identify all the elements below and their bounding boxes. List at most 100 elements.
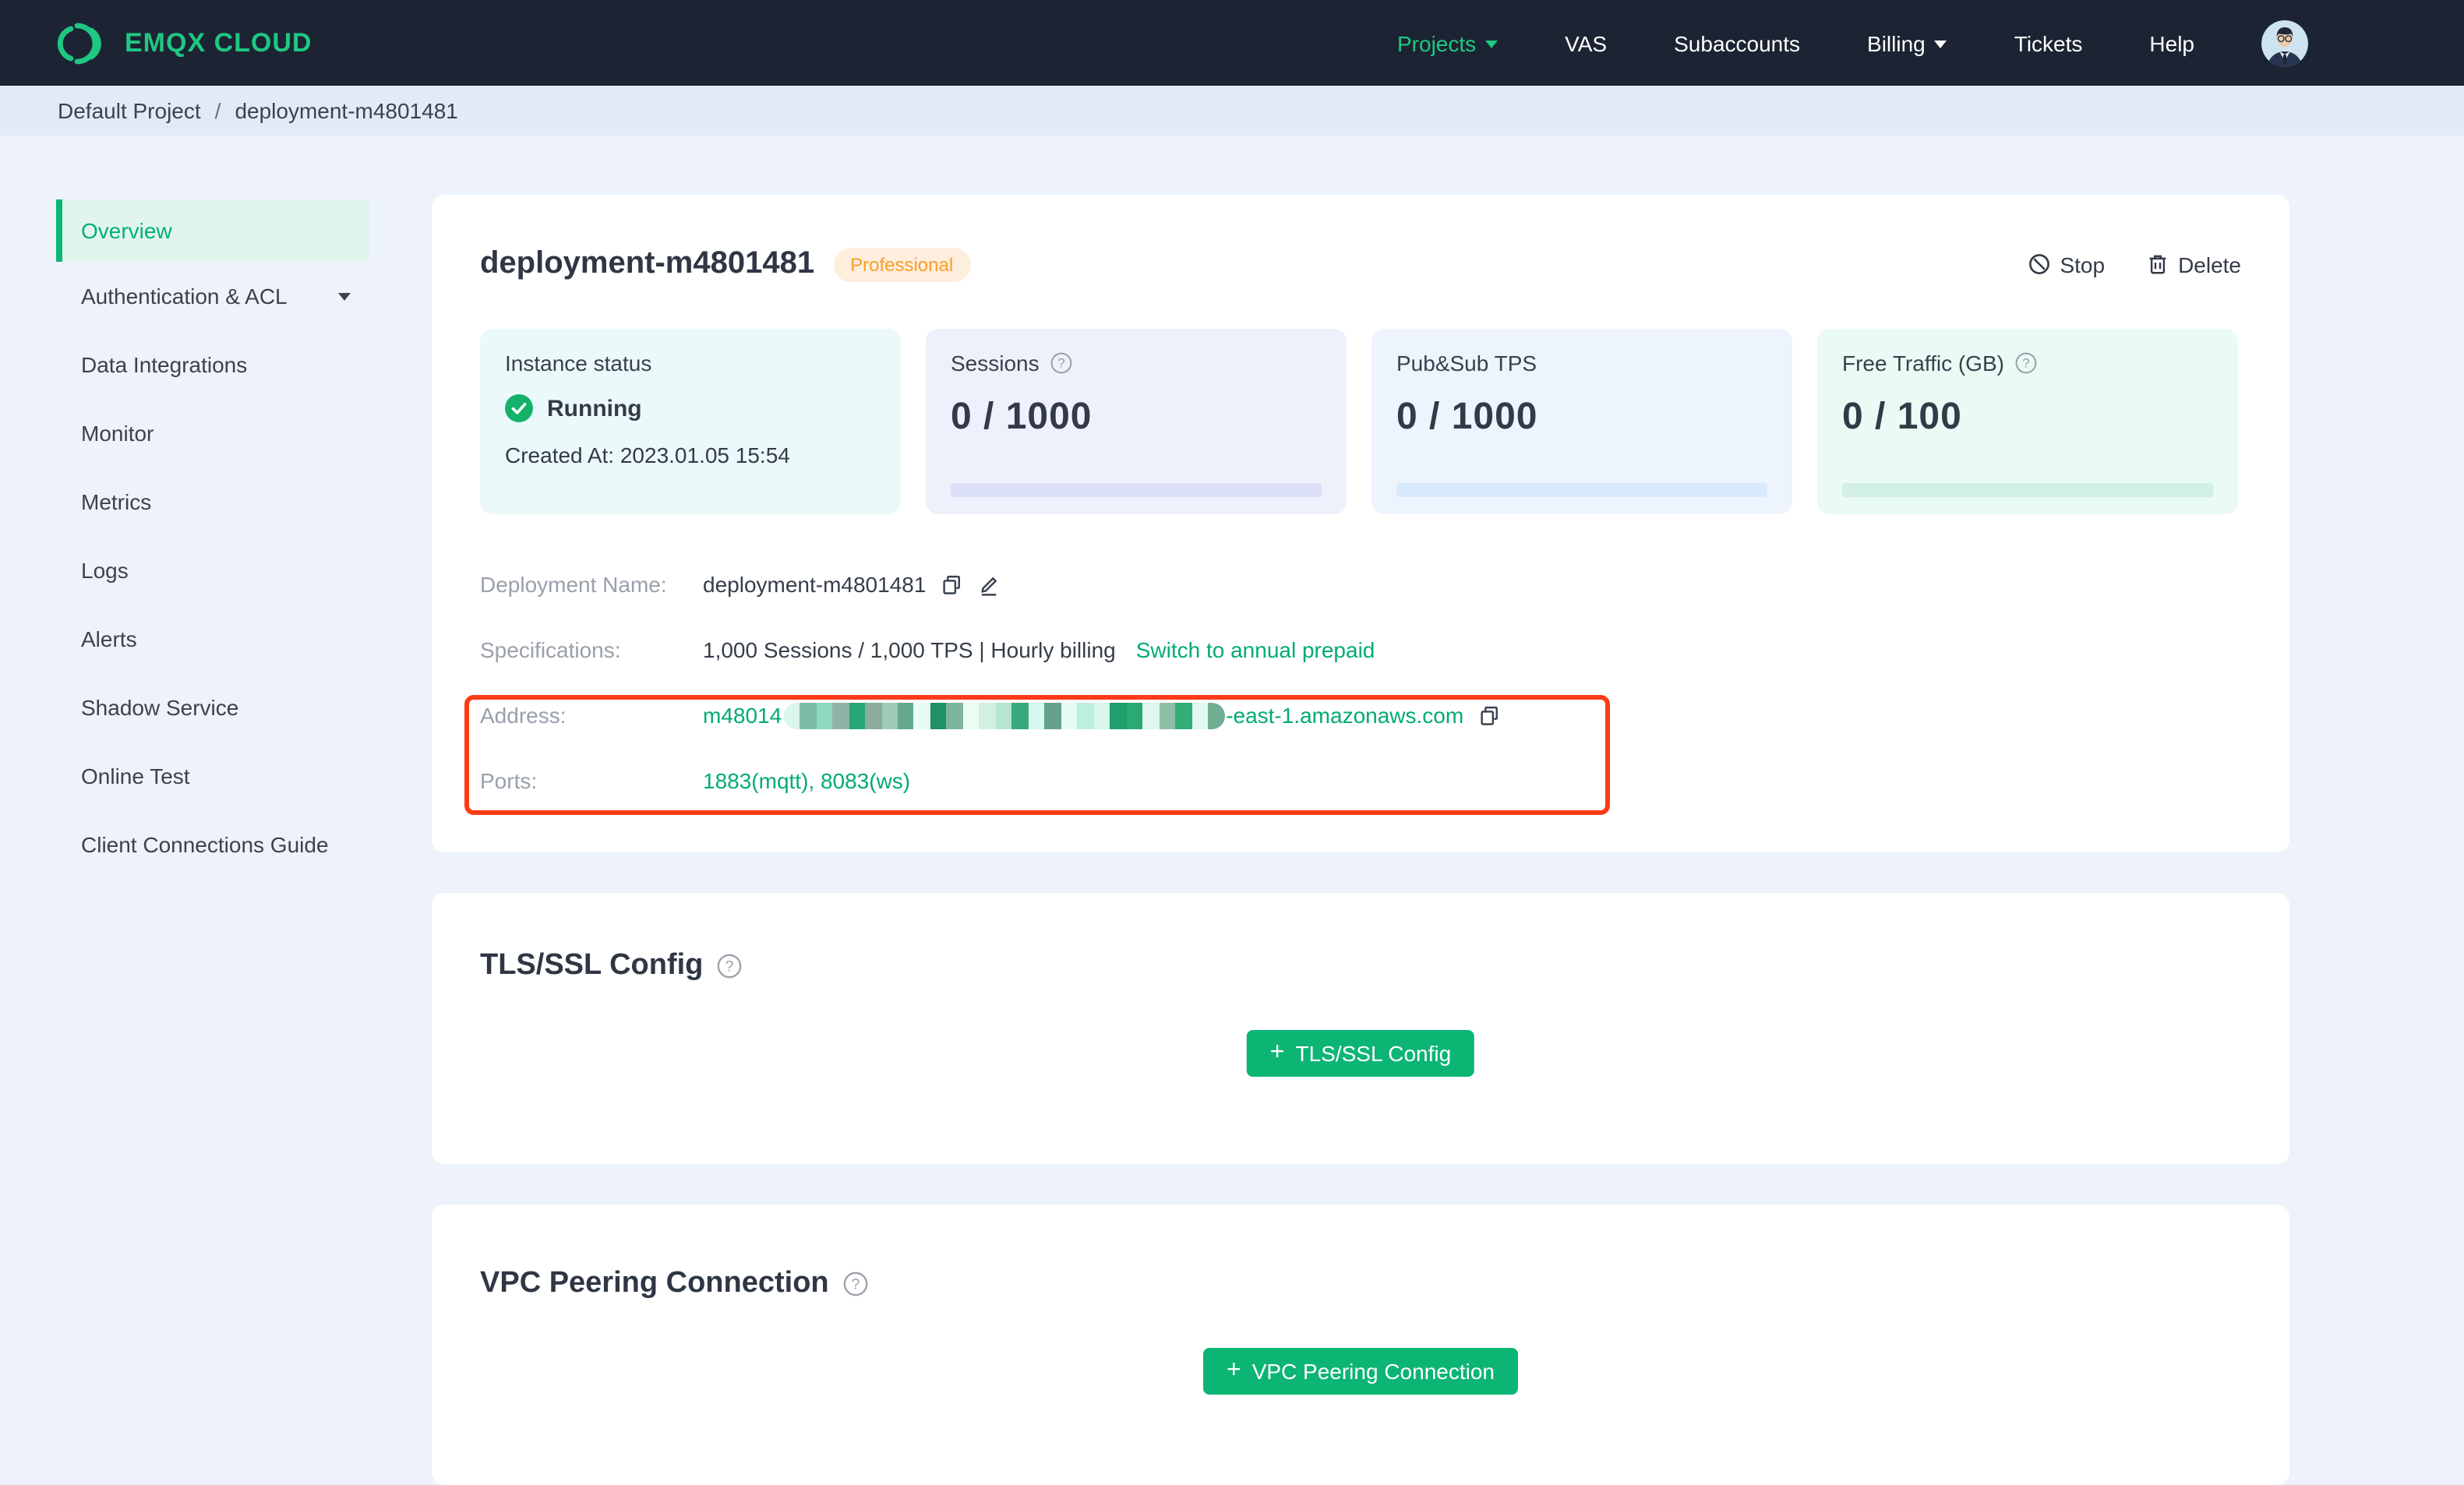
- sidebar-item-alerts[interactable]: Alerts: [56, 605, 369, 673]
- sidebar-item-label: Metrics: [81, 489, 152, 514]
- sidebar-item-overview[interactable]: Overview: [56, 199, 369, 262]
- free-traffic-progress-bar: [1842, 483, 2213, 497]
- nav-vas[interactable]: VAS: [1565, 30, 1607, 55]
- sessions-value: 0 / 1000: [951, 396, 1093, 438]
- help-icon[interactable]: ?: [843, 1272, 868, 1296]
- emqx-logo-icon: [57, 22, 101, 64]
- address-row: Address: m48014 -east-1.amazonaws.com: [480, 700, 2241, 731]
- deployment-name-label: Deployment Name:: [480, 572, 667, 597]
- sidebar-item-label: Monitor: [81, 421, 154, 446]
- specifications-value: 1,000 Sessions / 1,000 TPS | Hourly bill…: [703, 637, 1116, 662]
- nav-subaccounts-label: Subaccounts: [1674, 30, 1801, 55]
- sidebar-item-label: Authentication & ACL: [81, 284, 288, 309]
- chevron-down-icon: [1485, 40, 1499, 48]
- nav-tickets-label: Tickets: [2014, 30, 2083, 55]
- deployment-title: deployment-m4801481: [480, 246, 815, 280]
- nav-billing-label: Billing: [1867, 30, 1926, 55]
- help-icon[interactable]: ?: [1050, 352, 1072, 374]
- address-prefix: m48014: [703, 703, 782, 728]
- sidebar-item-shadow-service[interactable]: Shadow Service: [56, 673, 369, 742]
- trash-icon: [2148, 255, 2166, 274]
- specifications-row: Specifications: 1,000 Sessions / 1,000 T…: [480, 634, 2241, 665]
- free-traffic-label: Free Traffic (GB): [1842, 351, 2004, 376]
- help-icon[interactable]: ?: [717, 954, 742, 979]
- sidebar-item-label: Logs: [81, 558, 129, 583]
- stat-cards-row: Instance status Running Created At: 2023…: [480, 329, 2238, 514]
- instance-status-value: Running: [505, 394, 876, 422]
- vpc-peering-section-card: VPC Peering Connection ? + VPC Peering C…: [432, 1205, 2289, 1485]
- svg-text:?: ?: [725, 958, 734, 975]
- specifications-label: Specifications:: [480, 637, 621, 662]
- address-label: Address:: [480, 703, 567, 728]
- top-nav-items: Projects VAS Subaccounts Billing Tickets…: [1397, 19, 2308, 66]
- breadcrumb-current: deployment-m4801481: [235, 98, 458, 123]
- address-suffix: -east-1.amazonaws.com: [1226, 703, 1464, 728]
- sidebar-item-online-test[interactable]: Online Test: [56, 742, 369, 810]
- copy-icon[interactable]: [1477, 704, 1501, 727]
- svg-text:?: ?: [2022, 356, 2029, 371]
- nav-projects[interactable]: Projects: [1397, 30, 1499, 55]
- ports-label: Ports:: [480, 768, 538, 793]
- copy-icon[interactable]: [940, 573, 963, 596]
- add-tls-ssl-config-button[interactable]: + TLS/SSL Config: [1246, 1030, 1475, 1077]
- breadcrumb-project[interactable]: Default Project: [58, 98, 201, 123]
- breadcrumb: Default Project / deployment-m4801481: [0, 86, 2464, 136]
- sidebar-item-label: Client Connections Guide: [81, 832, 329, 857]
- switch-annual-prepaid-link[interactable]: Switch to annual prepaid: [1136, 637, 1375, 662]
- help-icon[interactable]: ?: [2015, 352, 2037, 374]
- nav-help-label: Help: [2149, 30, 2194, 55]
- stop-icon: [2028, 254, 2049, 274]
- pubsub-tps-progress-bar: [1396, 483, 1767, 497]
- sidebar-item-monitor[interactable]: Monitor: [56, 399, 369, 467]
- edit-icon[interactable]: [977, 573, 1001, 596]
- add-vpc-peering-label: VPC Peering Connection: [1251, 1359, 1495, 1384]
- sidebar-item-label: Shadow Service: [81, 695, 239, 720]
- sidebar-item-client-connections-guide[interactable]: Client Connections Guide: [56, 810, 369, 879]
- sessions-label: Sessions: [951, 351, 1040, 376]
- check-circle-icon: [505, 394, 533, 422]
- add-vpc-peering-button[interactable]: + VPC Peering Connection: [1203, 1348, 1518, 1395]
- delete-label: Delete: [2178, 252, 2241, 277]
- pubsub-tps-value: 0 / 1000: [1396, 396, 1538, 438]
- page: EMQX CLOUD Projects VAS Subaccounts Bill…: [0, 0, 2464, 1485]
- sidebar-item-label: Online Test: [81, 764, 190, 788]
- logo-text: EMQX CLOUD: [125, 27, 312, 57]
- sessions-progress-bar: [951, 483, 1322, 497]
- breadcrumb-separator: /: [214, 98, 221, 123]
- nav-vas-label: VAS: [1565, 30, 1608, 55]
- sidebar-item-logs[interactable]: Logs: [56, 536, 369, 605]
- top-nav-bar: EMQX CLOUD Projects VAS Subaccounts Bill…: [0, 0, 2464, 86]
- nav-tickets[interactable]: Tickets: [2014, 30, 2083, 55]
- ports-value: 1883(mqtt), 8083(ws): [703, 768, 911, 793]
- nav-subaccounts[interactable]: Subaccounts: [1674, 30, 1800, 55]
- vpc-peering-title: VPC Peering Connection: [480, 1267, 829, 1300]
- deployment-name-value: deployment-m4801481: [703, 572, 927, 597]
- avatar-illustration: [2261, 19, 2308, 66]
- pubsub-tps-card: Pub&Sub TPS 0 / 1000: [1371, 329, 1792, 514]
- stop-button[interactable]: Stop: [2027, 252, 2105, 277]
- address-value: m48014 -east-1.amazonaws.com: [703, 702, 1463, 728]
- emqx-logo[interactable]: EMQX CLOUD: [56, 21, 312, 65]
- delete-button[interactable]: Delete: [2145, 252, 2241, 277]
- tls-ssl-section-card: TLS/SSL Config ? + TLS/SSL Config: [432, 893, 2289, 1164]
- address-redaction: [783, 702, 1225, 728]
- instance-status-card: Instance status Running Created At: 2023…: [480, 329, 901, 514]
- sidebar-item-label: Alerts: [81, 626, 137, 651]
- sidebar-item-authentication-acl[interactable]: Authentication & ACL: [56, 262, 369, 330]
- deployment-overview-card: deployment-m4801481 Professional Stop De…: [432, 195, 2289, 852]
- sidebar-item-metrics[interactable]: Metrics: [56, 467, 369, 536]
- sidebar-item-data-integrations[interactable]: Data Integrations: [56, 330, 369, 399]
- running-status-text: Running: [547, 395, 642, 422]
- svg-text:?: ?: [1057, 356, 1064, 371]
- instance-status-label: Instance status: [505, 351, 652, 376]
- nav-help[interactable]: Help: [2149, 30, 2194, 55]
- add-tls-ssl-config-label: TLS/SSL Config: [1295, 1041, 1452, 1066]
- sidebar-item-label: Data Integrations: [81, 352, 248, 377]
- nav-billing[interactable]: Billing: [1867, 30, 1947, 55]
- free-traffic-value: 0 / 100: [1842, 396, 1962, 438]
- ports-row: Ports: 1883(mqtt), 8083(ws): [480, 765, 2241, 796]
- plan-badge: Professional: [833, 247, 971, 281]
- user-avatar[interactable]: [2261, 19, 2308, 66]
- sidebar-item-label: Overview: [81, 218, 172, 243]
- pubsub-tps-label: Pub&Sub TPS: [1396, 351, 1537, 376]
